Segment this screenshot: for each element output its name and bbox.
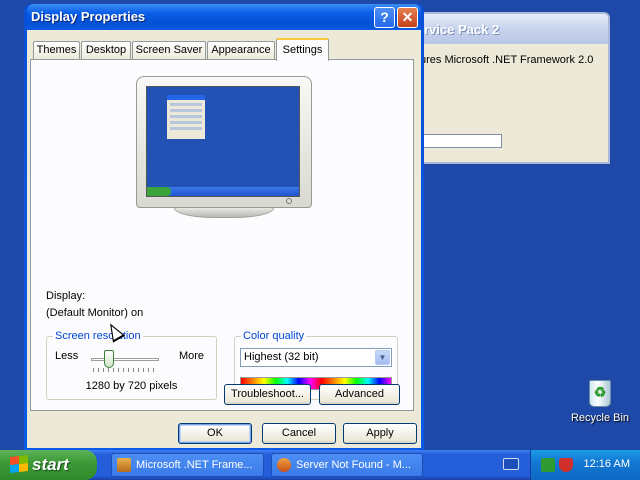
- recycle-bin-desktop-icon[interactable]: ♻ Recycle Bin: [566, 376, 634, 424]
- cancel-button[interactable]: Cancel: [262, 423, 336, 444]
- windows-logo-icon: [10, 455, 28, 473]
- system-tray: 12:16 AM: [530, 450, 640, 480]
- display-value: (Default Monitor) on: [46, 307, 144, 319]
- resolution-value: 1280 by 720 pixels: [85, 380, 178, 392]
- taskbar-item-label: Server Not Found - M...: [296, 459, 411, 471]
- security-shield-icon[interactable]: [559, 458, 573, 472]
- keyboard-icon[interactable]: [503, 458, 519, 470]
- slider-more-label: More: [178, 350, 204, 362]
- tab-desktop[interactable]: Desktop: [81, 41, 131, 60]
- network-icon[interactable]: [541, 458, 555, 472]
- chevron-down-icon[interactable]: ▼: [375, 350, 390, 365]
- resolution-slider-thumb[interactable]: [104, 350, 114, 368]
- browser-icon: [277, 458, 291, 472]
- troubleshoot-button[interactable]: Troubleshoot...: [224, 384, 311, 405]
- tab-appearance[interactable]: Appearance: [207, 41, 275, 60]
- dialog-titlebar[interactable]: Display Properties ? ✕: [27, 4, 421, 30]
- recycle-bin-icon: ♻: [585, 376, 615, 408]
- installer-window-text: ures Microsoft .NET Framework 2.0: [420, 54, 594, 66]
- preview-window-thumbnail: [167, 95, 205, 139]
- settings-panel: Display: (Default Monitor) on Screen res…: [30, 59, 414, 411]
- display-properties-dialog: Display Properties ? ✕ Themes Desktop Sc…: [24, 4, 424, 451]
- taskbar-item-label: Microsoft .NET Frame...: [136, 459, 253, 471]
- ok-button[interactable]: OK: [178, 423, 252, 444]
- recycle-bin-label: Recycle Bin: [570, 412, 630, 424]
- installer-progress-bar: [422, 134, 502, 148]
- tab-screen-saver[interactable]: Screen Saver: [132, 41, 206, 60]
- monitor-stand: [174, 208, 274, 218]
- dialog-client-area: Themes Desktop Screen Saver Appearance S…: [27, 30, 421, 448]
- dialog-title: Display Properties: [31, 9, 146, 24]
- start-label: start: [32, 455, 69, 474]
- monitor-screen-preview: [146, 86, 300, 197]
- installer-window-title: rvice Pack 2: [402, 14, 608, 44]
- installer-window[interactable]: rvice Pack 2 ures Microsoft .NET Framewo…: [400, 12, 610, 164]
- monitor-preview: [136, 76, 312, 220]
- screen-resolution-legend: Screen resolution: [53, 330, 143, 342]
- close-button[interactable]: ✕: [397, 7, 418, 28]
- screen-resolution-group: Screen resolution Less More 1280 by 720 …: [46, 330, 217, 400]
- resolution-slider-track[interactable]: [91, 358, 159, 361]
- display-label: Display:: [46, 290, 86, 302]
- color-quality-select[interactable]: Highest (32 bit) ▼: [240, 348, 392, 367]
- slider-less-label: Less: [55, 350, 79, 362]
- tab-settings[interactable]: Settings: [276, 38, 329, 61]
- taskbar-item-dotnet-installer[interactable]: Microsoft .NET Frame...: [111, 453, 264, 477]
- monitor-power-icon: [286, 198, 292, 204]
- installer-icon: [117, 458, 131, 472]
- tab-themes[interactable]: Themes: [33, 41, 80, 60]
- resolution-slider-ticks: [93, 368, 157, 372]
- color-quality-selected: Highest (32 bit): [244, 351, 319, 363]
- start-button[interactable]: start: [0, 450, 97, 480]
- apply-button[interactable]: Apply: [343, 423, 417, 444]
- clock[interactable]: 12:16 AM: [584, 458, 630, 470]
- taskbar-item-browser[interactable]: Server Not Found - M...: [271, 453, 423, 477]
- preview-start-button: [147, 187, 171, 196]
- advanced-button[interactable]: Advanced: [319, 384, 400, 405]
- taskbar: start Microsoft .NET Frame... Server Not…: [0, 450, 640, 480]
- color-quality-legend: Color quality: [241, 330, 307, 342]
- help-button[interactable]: ?: [374, 7, 395, 28]
